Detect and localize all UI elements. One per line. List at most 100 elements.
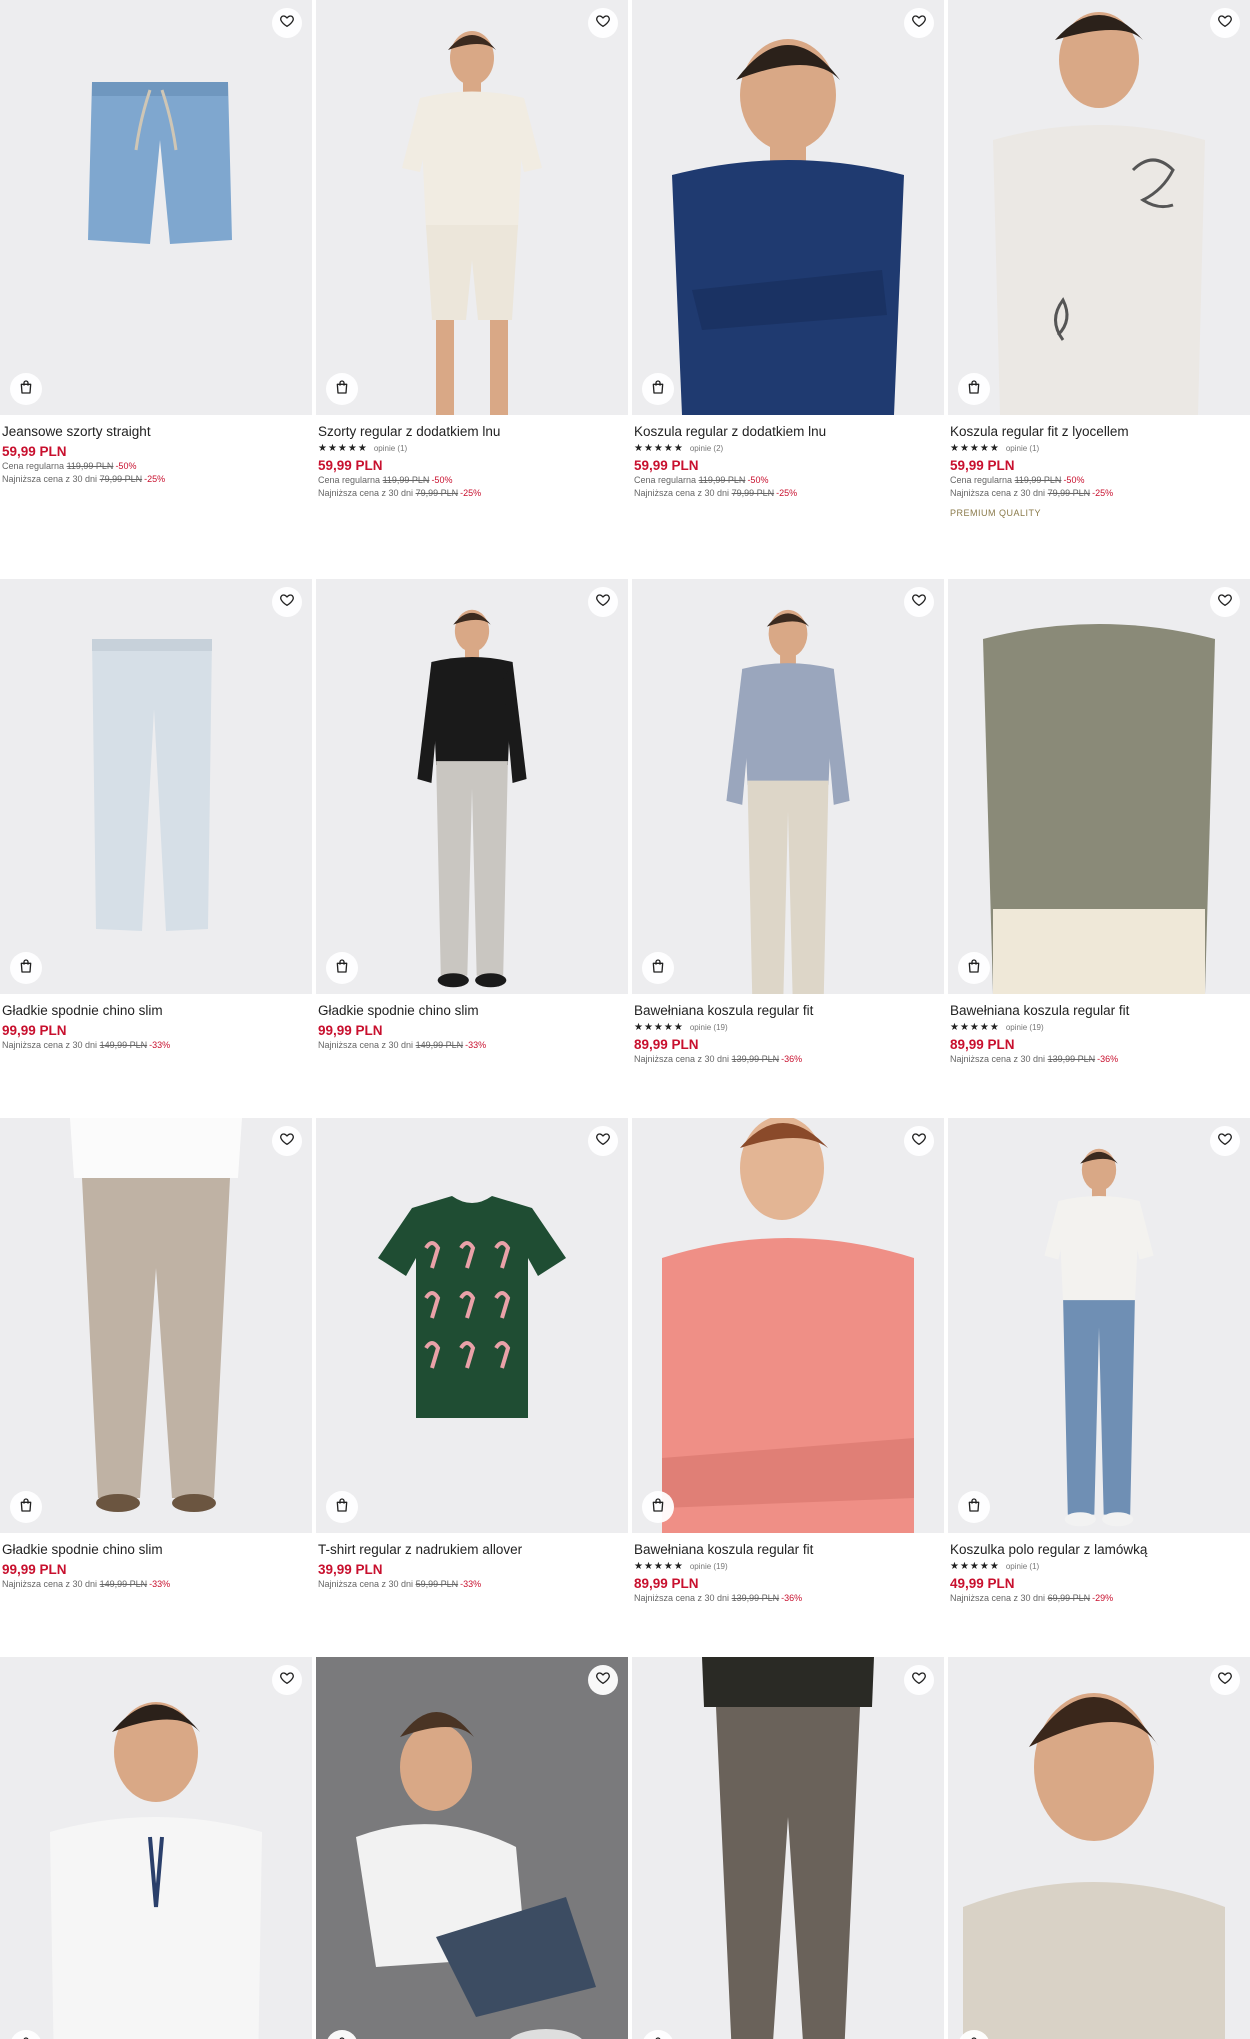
product-card[interactable]: Bawełniana koszula regular fit ★★★★★ opini… <box>632 1118 944 1605</box>
reviews-count[interactable]: opinie (19) <box>690 1562 728 1571</box>
shopping-bag-icon <box>18 2036 34 2039</box>
product-card[interactable]: Gładkie spodnie chino slim 99,99 PLN Najni… <box>0 1118 312 1591</box>
lowest-price-line: Najniższa cena z 30 dni 79,99 PLN -25% <box>2 473 310 486</box>
add-to-wishlist-button[interactable] <box>588 1665 618 1695</box>
add-to-wishlist-button[interactable] <box>904 587 934 617</box>
add-to-cart-button[interactable] <box>326 373 358 405</box>
product-title[interactable]: Koszulka polo regular z lamówką <box>950 1541 1248 1558</box>
reviews-count[interactable]: opinie (1) <box>374 444 407 453</box>
add-to-wishlist-button[interactable] <box>904 8 934 38</box>
shopping-bag-icon <box>18 958 34 979</box>
product-image[interactable] <box>632 0 944 415</box>
regular-discount: -50% <box>1063 475 1085 485</box>
product-card[interactable]: Koszula regular z dodatkiem lnu ★★★★★ opin… <box>632 0 944 500</box>
lowest-price-value: 79,99 PLN <box>1047 488 1091 498</box>
product-image[interactable] <box>316 1118 628 1533</box>
product-card[interactable] <box>316 1657 628 2039</box>
product-title[interactable]: Szorty regular z dodatkiem lnu <box>318 423 626 440</box>
add-to-wishlist-button[interactable] <box>272 1126 302 1156</box>
add-to-cart-button[interactable] <box>958 373 990 405</box>
add-to-wishlist-button[interactable] <box>1210 1665 1240 1695</box>
product-title[interactable]: T-shirt regular z nadrukiem allover <box>318 1541 626 1558</box>
add-to-wishlist-button[interactable] <box>1210 8 1240 38</box>
product-card[interactable]: Gładkie spodnie chino slim 99,99 PLN Najni… <box>0 579 312 1052</box>
product-card[interactable] <box>948 1657 1250 2039</box>
product-info: Koszula regular z dodatkiem lnu ★★★★★ opin… <box>632 415 944 500</box>
lowest-discount: -25% <box>144 474 166 484</box>
reviews-count[interactable]: opinie (1) <box>1006 1562 1039 1571</box>
shopping-bag-icon <box>334 379 350 400</box>
product-title[interactable]: Gładkie spodnie chino slim <box>2 1002 310 1019</box>
add-to-wishlist-button[interactable] <box>1210 1126 1240 1156</box>
add-to-cart-button[interactable] <box>326 952 358 984</box>
product-info: Jeansowe szorty straight 59,99 PLN Cena re… <box>0 415 312 486</box>
product-image[interactable] <box>632 1118 944 1533</box>
add-to-cart-button[interactable] <box>326 1491 358 1523</box>
lowest-price-value: 149,99 PLN <box>99 1579 148 1589</box>
product-image[interactable] <box>632 1657 944 2039</box>
add-to-wishlist-button[interactable] <box>904 1665 934 1695</box>
product-image[interactable] <box>0 1657 312 2039</box>
product-image[interactable] <box>316 1657 628 2039</box>
product-card[interactable] <box>0 1657 312 2039</box>
add-to-wishlist-button[interactable] <box>272 8 302 38</box>
product-title[interactable]: Bawełniana koszula regular fit <box>634 1541 942 1558</box>
reviews-count[interactable]: opinie (19) <box>690 1023 728 1032</box>
lowest-price-line: Najniższa cena z 30 dni 69,99 PLN -29% <box>950 1592 1248 1605</box>
product-image[interactable] <box>316 579 628 994</box>
add-to-cart-button[interactable] <box>10 373 42 405</box>
product-title[interactable]: Bawełniana koszula regular fit <box>634 1002 942 1019</box>
product-image[interactable] <box>632 579 944 994</box>
add-to-cart-button[interactable] <box>642 373 674 405</box>
add-to-wishlist-button[interactable] <box>588 587 618 617</box>
reviews-count[interactable]: opinie (2) <box>690 444 723 453</box>
product-card[interactable]: Koszulka polo regular z lamówką ★★★★★ opin… <box>948 1118 1250 1605</box>
product-card[interactable]: Bawełniana koszula regular fit ★★★★★ opini… <box>632 579 944 1066</box>
product-card[interactable]: T-shirt regular z nadrukiem allover 39,99… <box>316 1118 628 1591</box>
lowest-discount: -25% <box>1092 488 1114 498</box>
product-card[interactable]: Koszula regular fit z lyocellem ★★★★★ opin… <box>948 0 1250 518</box>
rating: ★★★★★ opinie (2) <box>634 442 942 454</box>
add-to-cart-button[interactable] <box>10 952 42 984</box>
product-card[interactable]: Gładkie spodnie chino slim 99,99 PLN Najni… <box>316 579 628 1052</box>
product-title[interactable]: Koszula regular z dodatkiem lnu <box>634 423 942 440</box>
product-image[interactable] <box>948 0 1250 415</box>
add-to-cart-button[interactable] <box>958 1491 990 1523</box>
add-to-wishlist-button[interactable] <box>904 1126 934 1156</box>
product-card[interactable]: Szorty regular z dodatkiem lnu ★★★★★ opini… <box>316 0 628 500</box>
product-title[interactable]: Bawełniana koszula regular fit <box>950 1002 1248 1019</box>
add-to-cart-button[interactable] <box>958 952 990 984</box>
product-image[interactable] <box>0 0 312 415</box>
product-image[interactable] <box>948 1657 1250 2039</box>
product-info: T-shirt regular z nadrukiem allover 39,99… <box>316 1533 628 1591</box>
add-to-wishlist-button[interactable] <box>1210 587 1240 617</box>
regular-price-value: 119,99 PLN <box>1014 475 1062 485</box>
product-card[interactable]: Bawełniana koszula regular fit ★★★★★ opini… <box>948 579 1250 1066</box>
product-title[interactable]: Koszula regular fit z lyocellem <box>950 423 1248 440</box>
product-card[interactable] <box>632 1657 944 2039</box>
add-to-wishlist-button[interactable] <box>272 587 302 617</box>
rating-stars: ★★★★★ <box>634 442 684 454</box>
add-to-cart-button[interactable] <box>642 952 674 984</box>
product-image[interactable] <box>316 0 628 415</box>
product-card[interactable]: Jeansowe szorty straight 59,99 PLN Cena re… <box>0 0 312 486</box>
product-image[interactable] <box>948 579 1250 994</box>
product-image[interactable] <box>0 579 312 994</box>
product-price: 99,99 PLN <box>2 1023 67 1038</box>
product-title[interactable]: Gładkie spodnie chino slim <box>318 1002 626 1019</box>
product-price: 59,99 PLN <box>2 444 67 459</box>
lowest-price-label: Najniższa cena z 30 dni <box>634 488 730 498</box>
add-to-wishlist-button[interactable] <box>588 8 618 38</box>
reviews-count[interactable]: opinie (1) <box>1006 444 1039 453</box>
add-to-wishlist-button[interactable] <box>588 1126 618 1156</box>
product-title[interactable]: Gładkie spodnie chino slim <box>2 1541 310 1558</box>
add-to-cart-button[interactable] <box>642 1491 674 1523</box>
add-to-cart-button[interactable] <box>10 1491 42 1523</box>
add-to-wishlist-button[interactable] <box>272 1665 302 1695</box>
product-image[interactable] <box>948 1118 1250 1533</box>
product-image[interactable] <box>0 1118 312 1533</box>
product-title[interactable]: Jeansowe szorty straight <box>2 423 310 440</box>
rating: ★★★★★ opinie (1) <box>950 442 1248 454</box>
regular-discount: -50% <box>115 461 137 471</box>
reviews-count[interactable]: opinie (19) <box>1006 1023 1044 1032</box>
